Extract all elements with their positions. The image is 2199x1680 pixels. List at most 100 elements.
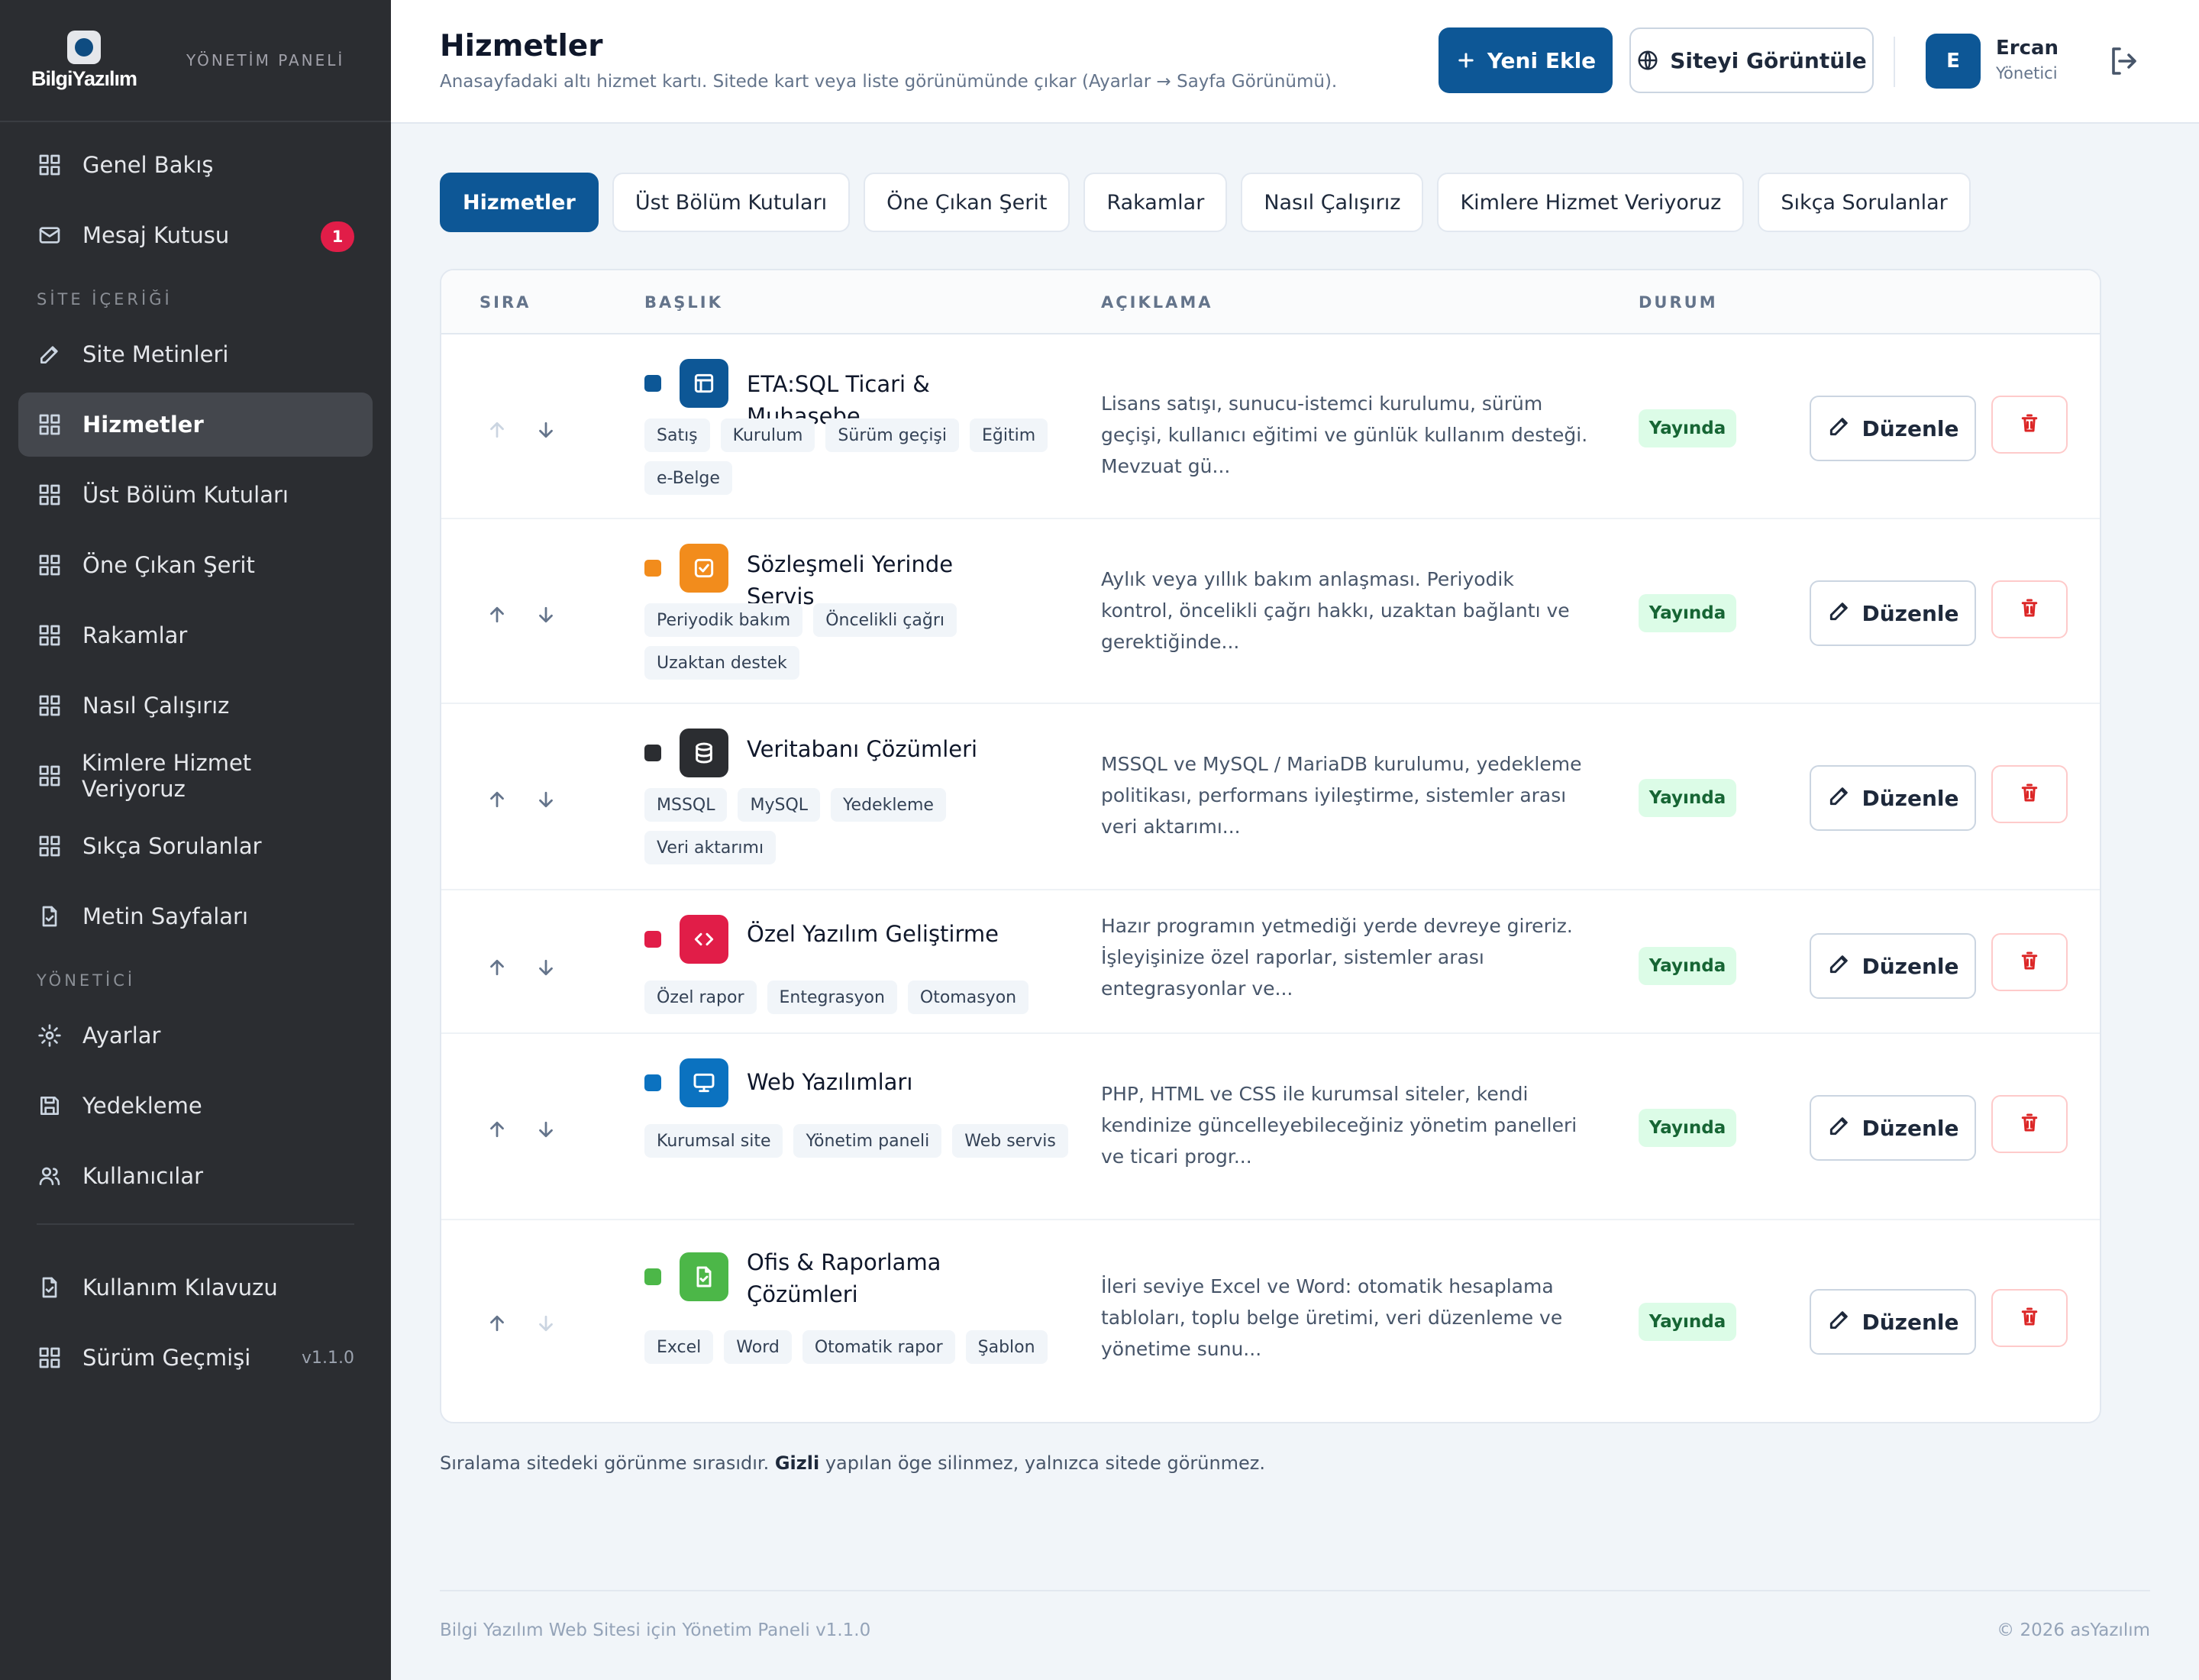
- move-down-icon[interactable]: [534, 1312, 557, 1338]
- sidebar-item-label: Sıkça Sorulanlar: [82, 833, 262, 859]
- mail-icon: [37, 222, 63, 248]
- panel-label: YÖNETİM PANELİ: [186, 51, 345, 69]
- move-down-icon[interactable]: [534, 418, 557, 444]
- move-down-icon[interactable]: [534, 603, 557, 629]
- tag: Kurulum: [720, 418, 815, 452]
- grid-icon: [37, 693, 63, 719]
- database-icon: [680, 729, 728, 777]
- tag: Özel rapor: [644, 981, 757, 1014]
- tab-5[interactable]: Kimlere Hizmet Veriyoruz: [1437, 173, 1745, 232]
- edit-button[interactable]: Düzenle: [1810, 933, 1976, 999]
- move-down-icon[interactable]: [534, 1118, 557, 1144]
- tab-3[interactable]: Rakamlar: [1083, 173, 1228, 232]
- sidebar-item-content_items-1[interactable]: Hizmetler: [18, 393, 373, 457]
- edit-button[interactable]: Düzenle: [1810, 765, 1976, 831]
- sidebar-item-admin_items-0[interactable]: Ayarlar: [18, 1003, 373, 1068]
- sidebar-item-content_items-7[interactable]: Sıkça Sorulanlar: [18, 814, 373, 878]
- table-row: ETA:SQL Ticari & Muhasebe Satış Kurulum Sü…: [441, 334, 2100, 519]
- service-description: Aylık veya yıllık bakım anlaşması. Periy…: [1101, 568, 1570, 653]
- delete-button[interactable]: [1991, 580, 2068, 638]
- sidebar-item-top_items-1[interactable]: Mesaj Kutusu 1: [18, 203, 373, 267]
- delete-button[interactable]: [1991, 765, 2068, 823]
- grid-icon: [37, 152, 63, 178]
- pencil-icon: [1827, 1113, 1852, 1143]
- move-up-icon[interactable]: [486, 418, 509, 444]
- tag: Öncelikli çağrı: [813, 603, 957, 637]
- column-order: SIRA: [480, 293, 531, 312]
- tab-2[interactable]: Öne Çıkan Şerit: [864, 173, 1070, 232]
- sidebar-item-label: Site Metinleri: [82, 341, 229, 367]
- section-admin: YÖNETİCİ: [37, 971, 136, 990]
- sidebar-item-label: Üst Bölüm Kutuları: [82, 482, 289, 508]
- tab-4[interactable]: Nasıl Çalışırız: [1241, 173, 1424, 232]
- delete-button[interactable]: [1991, 1095, 2068, 1153]
- tag: Satış: [644, 418, 710, 452]
- grid-icon: [37, 622, 63, 648]
- logout-icon[interactable]: [2106, 43, 2142, 79]
- edit-label: Düzenle: [1862, 1309, 1959, 1335]
- note-text: Sıralama sitedeki görünme sırasıdır.: [440, 1452, 775, 1474]
- sidebar-item-content_items-6[interactable]: Kimlere Hizmet Veriyoruz: [18, 744, 373, 808]
- tab-6[interactable]: Sıkça Sorulanlar: [1758, 173, 1971, 232]
- page-subtitle: Anasayfadaki altı hizmet kartı. Sitede k…: [440, 72, 1338, 92]
- service-title[interactable]: Web Yazılımları: [747, 1066, 1022, 1098]
- avatar[interactable]: E: [1926, 34, 1981, 89]
- sidebar-item-bottom_items-1[interactable]: Sürüm Geçmişi v1.1.0: [18, 1326, 373, 1390]
- move-up-icon[interactable]: [486, 956, 509, 982]
- new-item-label: Yeni Ekle: [1487, 47, 1597, 73]
- edit-button[interactable]: Düzenle: [1810, 1095, 1976, 1161]
- view-site-label: Siteyi Görüntüle: [1670, 47, 1867, 73]
- sidebar-item-top_items-0[interactable]: Genel Bakış: [18, 133, 373, 197]
- service-title[interactable]: Ofis & Raporlama Çözümleri: [747, 1246, 1022, 1310]
- tab-1[interactable]: Üst Bölüm Kutuları: [612, 173, 851, 232]
- service-description: Lisans satışı, sunucu-istemci kurulumu, …: [1101, 393, 1588, 477]
- delete-button[interactable]: [1991, 396, 2068, 454]
- move-up-icon[interactable]: [486, 788, 509, 814]
- sidebar-item-label: Öne Çıkan Şerit: [82, 552, 255, 578]
- sidebar-item-content_items-3[interactable]: Öne Çıkan Şerit: [18, 533, 373, 597]
- sidebar-item-admin_items-2[interactable]: Kullanıcılar: [18, 1144, 373, 1208]
- edit-button[interactable]: Düzenle: [1810, 1289, 1976, 1355]
- service-title[interactable]: Özel Yazılım Geliştirme: [747, 918, 1022, 950]
- sidebar-item-content_items-2[interactable]: Üst Bölüm Kutuları: [18, 463, 373, 527]
- pencil-icon: [1827, 783, 1852, 813]
- note-text-end: yapılan öge silinmez, yalnızca sitede gö…: [819, 1452, 1266, 1474]
- delete-button[interactable]: [1991, 1289, 2068, 1347]
- tag: e-Belge: [644, 461, 732, 495]
- move-up-icon[interactable]: [486, 1312, 509, 1338]
- edit-button[interactable]: Düzenle: [1810, 396, 1976, 461]
- service-title[interactable]: Veritabanı Çözümleri: [747, 733, 1022, 765]
- sidebar-item-content_items-8[interactable]: Metin Sayfaları: [18, 884, 373, 948]
- view-site-button[interactable]: Siteyi Görüntüle: [1629, 27, 1874, 93]
- delete-button[interactable]: [1991, 933, 2068, 991]
- user-role: Yönetici: [1996, 64, 2058, 82]
- color-dot: [644, 931, 661, 948]
- sidebar-item-content_items-4[interactable]: Rakamlar: [18, 603, 373, 667]
- file-check-icon: [680, 1252, 728, 1301]
- edit-button[interactable]: Düzenle: [1810, 580, 1976, 646]
- move-down-icon[interactable]: [534, 788, 557, 814]
- trash-icon: [2018, 949, 2041, 975]
- brand-header: BilgiYazılım YÖNETİM PANELİ: [0, 0, 391, 122]
- move-down-icon[interactable]: [534, 956, 557, 982]
- tag: Yönetim paneli: [793, 1124, 942, 1158]
- tag: Excel: [644, 1330, 714, 1364]
- sidebar-item-content_items-0[interactable]: Site Metinleri: [18, 322, 373, 386]
- tag-list: Periyodik bakım Öncelikli çağrı Uzaktan de…: [644, 603, 1072, 680]
- tab-0[interactable]: Hizmetler: [440, 173, 599, 232]
- new-item-button[interactable]: Yeni Ekle: [1439, 27, 1613, 93]
- move-up-icon[interactable]: [486, 1118, 509, 1144]
- status-badge: Yayında: [1639, 594, 1736, 632]
- sidebar-nav: Genel Bakış Mesaj Kutusu 1 SİTE İÇERİĞİ S…: [0, 122, 391, 1390]
- reorder-controls: [486, 418, 557, 444]
- service-description: İleri seviye Excel ve Word: otomatik hes…: [1101, 1275, 1563, 1360]
- sidebar-item-bottom_items-0[interactable]: Kullanım Kılavuzu: [18, 1255, 373, 1320]
- logo[interactable]: BilgiYazılım: [31, 30, 137, 91]
- sidebar-item-content_items-5[interactable]: Nasıl Çalışırız: [18, 674, 373, 738]
- sidebar-item-admin_items-1[interactable]: Yedekleme: [18, 1074, 373, 1138]
- header-separator: [1894, 37, 1895, 87]
- tag: Sürüm geçişi: [825, 418, 960, 452]
- edit-label: Düzenle: [1862, 1115, 1959, 1141]
- tag: Otomasyon: [907, 981, 1029, 1014]
- move-up-icon[interactable]: [486, 603, 509, 629]
